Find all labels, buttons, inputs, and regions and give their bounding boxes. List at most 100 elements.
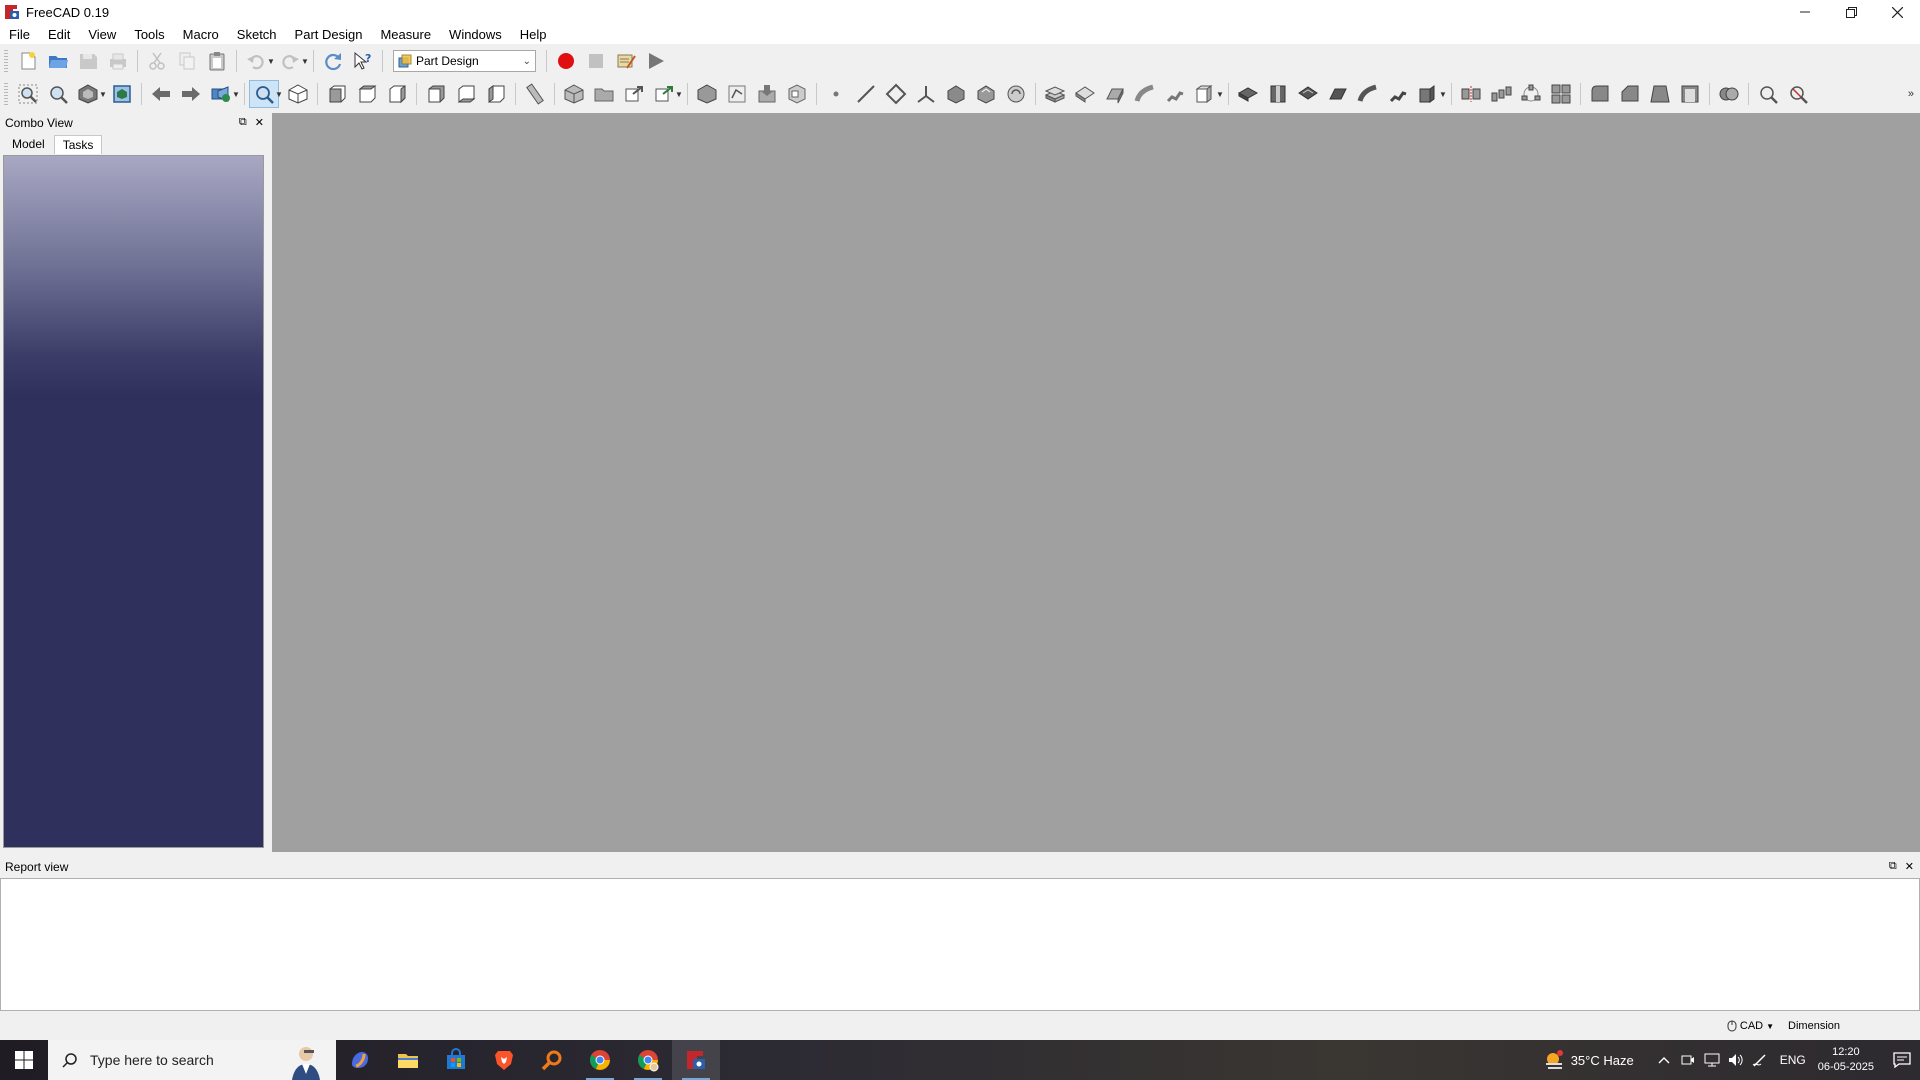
toolbar-grip[interactable] [4,50,8,72]
taskbar-chrome-profile-icon[interactable] [624,1040,672,1080]
refresh-icon[interactable] [318,47,348,75]
pocket-icon[interactable] [1233,80,1263,108]
measure-distance-icon[interactable] [520,80,550,108]
toolbar-overflow-icon[interactable]: » [1908,88,1914,100]
network-icon[interactable] [1700,1053,1724,1067]
revolution-icon[interactable] [1070,80,1100,108]
linear-pattern-icon[interactable] [1486,80,1516,108]
tasks-panel[interactable] [3,155,264,848]
tab-tasks[interactable]: Tasks [53,135,103,154]
create-body-icon[interactable] [559,80,589,108]
datum-plane-icon[interactable] [881,80,911,108]
new-document-icon[interactable] [13,47,43,75]
fit-selection-icon[interactable] [43,80,73,108]
thickness-icon[interactable] [1675,80,1705,108]
3d-viewport[interactable] [272,113,1920,852]
float-panel-icon[interactable]: ⧉ [239,116,247,129]
subtractive-loft-icon[interactable] [1323,80,1353,108]
zoom-dropdown-icon[interactable]: ▼ [275,90,283,99]
toolbar-grip[interactable] [4,83,8,105]
polar-pattern-icon[interactable] [1516,80,1546,108]
copy-icon[interactable] [172,47,202,75]
subtractive-primitive-dropdown-icon[interactable]: ▼ [1439,90,1447,99]
workbench-selector[interactable]: Part Design ⌄ [393,50,536,72]
taskbar-file-explorer-icon[interactable] [384,1040,432,1080]
restore-button[interactable] [1828,0,1874,24]
report-view-output[interactable] [0,878,1920,1011]
taskbar-copilot-icon[interactable] [336,1040,384,1080]
create-body-pd-icon[interactable] [692,80,722,108]
additive-loft-icon[interactable] [1100,80,1130,108]
right-view-icon[interactable] [382,80,412,108]
volume-icon[interactable] [1724,1053,1748,1067]
fillet-icon[interactable] [1585,80,1615,108]
top-view-icon[interactable] [352,80,382,108]
rear-view-icon[interactable] [421,80,451,108]
measure-clear-icon[interactable] [1783,80,1813,108]
paste-icon[interactable] [202,47,232,75]
meet-now-icon[interactable] [1676,1053,1700,1067]
menu-tools[interactable]: Tools [125,27,173,42]
close-button[interactable] [1874,0,1920,24]
draft-icon[interactable] [1645,80,1675,108]
cut-icon[interactable] [142,47,172,75]
front-view-icon[interactable] [322,80,352,108]
back-arrow-icon[interactable] [146,80,176,108]
redo-icon[interactable] [275,47,305,75]
additive-pipe-icon[interactable] [1130,80,1160,108]
taskbar-chrome-icon[interactable] [576,1040,624,1080]
bounding-box-icon[interactable] [107,80,137,108]
isometric-view-icon[interactable] [283,80,313,108]
create-part-folder-icon[interactable] [589,80,619,108]
close-panel-icon[interactable]: ✕ [255,116,264,129]
chamfer-icon[interactable] [1615,80,1645,108]
shape-binder-icon[interactable] [941,80,971,108]
navigation-style-selector[interactable]: CAD ▼ [1727,1020,1774,1032]
datum-point-icon[interactable] [821,80,851,108]
minimize-button[interactable] [1782,0,1828,24]
additive-primitive-dropdown-icon[interactable]: ▼ [1216,90,1224,99]
menu-view[interactable]: View [79,27,125,42]
tab-model[interactable]: Model [3,134,54,154]
menu-part-design[interactable]: Part Design [286,27,372,42]
bottom-view-icon[interactable] [451,80,481,108]
macro-stop-icon[interactable] [581,47,611,75]
taskbar-freecad-icon[interactable] [672,1040,720,1080]
print-icon[interactable] [103,47,133,75]
taskbar-brave-icon[interactable] [480,1040,528,1080]
open-folder-icon[interactable] [43,47,73,75]
subtractive-helix-icon[interactable] [1383,80,1413,108]
left-view-icon[interactable] [481,80,511,108]
hole-icon[interactable] [1263,80,1293,108]
menu-measure[interactable]: Measure [371,27,440,42]
link-dropdown-icon[interactable]: ▼ [675,90,683,99]
start-button[interactable] [0,1040,48,1080]
subtractive-pipe-icon[interactable] [1353,80,1383,108]
macros-editor-icon[interactable] [611,47,641,75]
save-icon[interactable] [73,47,103,75]
forward-arrow-icon[interactable] [176,80,206,108]
taskbar-store-icon[interactable] [432,1040,480,1080]
clone-icon[interactable] [1001,80,1031,108]
chevron-up-icon[interactable] [1652,1056,1676,1064]
validate-sketch-icon[interactable] [752,80,782,108]
language-indicator[interactable]: ENG [1780,1053,1806,1067]
boolean-icon[interactable] [1714,80,1744,108]
taskbar-search-app-icon[interactable] [528,1040,576,1080]
menu-windows[interactable]: Windows [440,27,511,42]
weather-widget[interactable]: 35°C Haze [1543,1049,1634,1071]
map-sketch-icon[interactable] [782,80,812,108]
multi-transform-icon[interactable] [1546,80,1576,108]
groove-icon[interactable] [1293,80,1323,108]
local-coordinate-system-icon[interactable] [911,80,941,108]
sync-view-dropdown-icon[interactable]: ▼ [232,90,240,99]
additive-helix-icon[interactable] [1160,80,1190,108]
pad-icon[interactable] [1040,80,1070,108]
menu-edit[interactable]: Edit [39,27,79,42]
taskbar-search[interactable]: Type here to search [48,1040,336,1080]
draw-style-dropdown-icon[interactable]: ▼ [99,90,107,99]
clock[interactable]: 12:20 06-05-2025 [1818,1045,1874,1075]
datum-line-icon[interactable] [851,80,881,108]
execute-macro-icon[interactable] [641,47,671,75]
link-icon[interactable] [619,80,649,108]
